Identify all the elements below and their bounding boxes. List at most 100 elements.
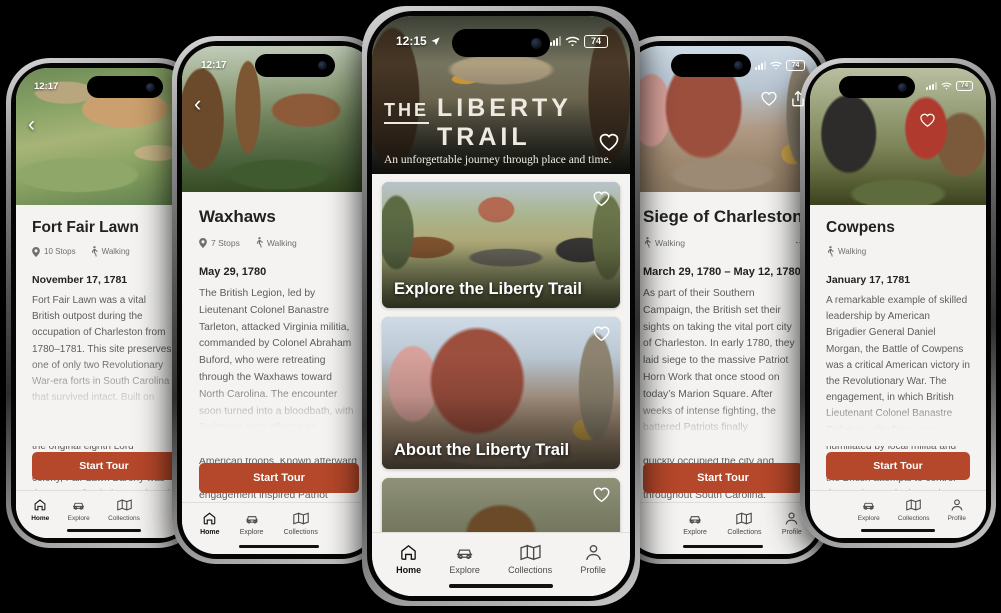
pin-icon [32,246,40,257]
car-icon [73,502,85,510]
tab-profile-label: Profile [580,565,606,575]
start-tour-button[interactable]: Start Tour [643,463,803,493]
tab-profile-label: Profile [781,529,802,536]
person-icon [785,512,798,525]
detail-sheet: Siege of Charleston Walking ⋮ March 29, … [626,192,820,502]
phone-liberty-trail-home: 12:15 74 THE LIBERTY TRAIL An unforgetta… [362,6,640,606]
tab-profile[interactable]: Profile [580,543,606,575]
car-icon [456,549,473,559]
tab-profile[interactable]: Profile [948,498,966,522]
map-icon [736,512,753,525]
phone-cowpens: 74 Cowpens Walking January 17, 1781 A re… [800,58,996,548]
tour-date: January 17, 1781 [826,274,911,286]
start-tour-button[interactable]: Start Tour [199,463,359,493]
battery-icon: 74 [584,34,608,48]
status-bar: 12:17 [16,68,192,92]
detail-sheet: Cowpens Walking January 17, 1781 A remar… [810,205,986,490]
home-indicator [449,584,553,588]
share-icon[interactable] [790,90,806,107]
home-icon [34,499,46,511]
status-time: 12:17 [34,81,59,92]
stops-meta: 10 Stops [32,246,76,257]
tour-meta: 10 Stops Walking [32,246,176,257]
tab-explore[interactable]: Explore [239,511,264,536]
heart-icon[interactable] [919,112,936,128]
heart-icon[interactable] [598,132,620,152]
home-card-list: Explore the Liberty Trail About the Libe… [372,174,630,532]
tab-collections-label: Collections [508,565,553,575]
tab-explore[interactable]: Explore [68,498,90,522]
tab-profile-label: Profile [338,529,358,536]
tab-explore[interactable]: Explore [449,543,480,575]
tab-collections[interactable]: Collections [108,498,140,522]
page-title: Cowpens [826,219,895,236]
card-portrait-feature[interactable] [382,478,620,532]
car-icon [863,502,875,510]
tab-home-label: Home [200,529,220,536]
tab-explore-label: Explore [239,529,264,536]
car-icon [245,516,258,524]
battery-icon: 74 [786,60,805,71]
tab-collections[interactable]: Collections [508,543,552,575]
tour-meta: Walking ⋮ [643,237,806,248]
stops-label: 10 Stops [44,247,76,256]
tab-collections[interactable]: Collections [284,511,318,536]
home-indicator [239,545,319,548]
content-fade [182,378,376,458]
stops-meta: 7 Stops [199,237,240,248]
travel-meta: Walking [643,237,685,248]
status-indicators: 74 [550,34,608,48]
page-title: Fort Fair Lawn [32,219,139,236]
tab-profile[interactable]: Profile [782,511,802,536]
heart-icon[interactable] [592,325,611,342]
tab-profile-label: Profile [947,515,966,522]
home-icon [203,512,216,525]
tab-home[interactable]: Home [200,511,220,536]
stops-label: 7 Stops [211,237,240,248]
heart-icon[interactable] [592,190,611,207]
car-icon [689,516,701,524]
content-fade [626,402,820,458]
tab-collections-label: Collections [897,515,930,522]
back-icon[interactable]: ‹ [194,93,201,115]
tab-home[interactable]: Home [31,498,49,522]
card-title: Explore the Liberty Trail [394,280,582,298]
person-icon [951,499,963,511]
start-tour-button[interactable]: Start Tour [32,452,176,480]
content-fade [16,356,192,446]
tour-meta: Walking [826,246,970,257]
travel-label: Walking [266,237,297,248]
card-explore-the-liberty-trail[interactable]: Explore the Liberty Trail [382,182,620,308]
home-indicator [67,529,141,532]
tab-collections-label: Collections [283,529,318,536]
heart-icon[interactable] [592,486,611,503]
phone-siege-of-charleston: 74 Siege of Charleston Walking March 29,… [616,36,830,564]
status-time: 12:17 [201,60,227,71]
back-icon[interactable]: ‹ [28,114,35,135]
content-fade [810,402,986,446]
travel-meta: Walking [255,237,297,248]
start-tour-button[interactable]: Start Tour [826,452,970,480]
walking-icon [644,237,651,248]
tab-explore-label: Explore [857,515,880,522]
tab-home-label: Home [396,565,422,575]
tab-home[interactable]: Home [396,543,421,575]
travel-meta: Walking [90,246,130,257]
status-bar: 12:15 74 [372,16,630,48]
battery-icon: 74 [956,81,973,91]
tab-collections[interactable]: Collections [727,511,762,536]
tab-explore[interactable]: Explore [683,511,707,536]
wifi-icon [565,36,580,46]
status-indicators: 74 [755,60,805,71]
card-about-the-liberty-trail[interactable]: About the Liberty Trail [382,317,620,469]
pin-icon [199,237,207,248]
home-indicator [861,529,935,532]
page-title: Waxhaws [199,207,276,226]
signal-icon [550,36,561,46]
status-bar: 12:17 [182,46,376,71]
heart-icon[interactable] [760,90,778,107]
travel-label: Walking [655,237,685,248]
tab-explore[interactable]: Explore [858,498,880,522]
tab-collections[interactable]: Collections [898,498,930,522]
travel-label: Walking [838,247,867,256]
